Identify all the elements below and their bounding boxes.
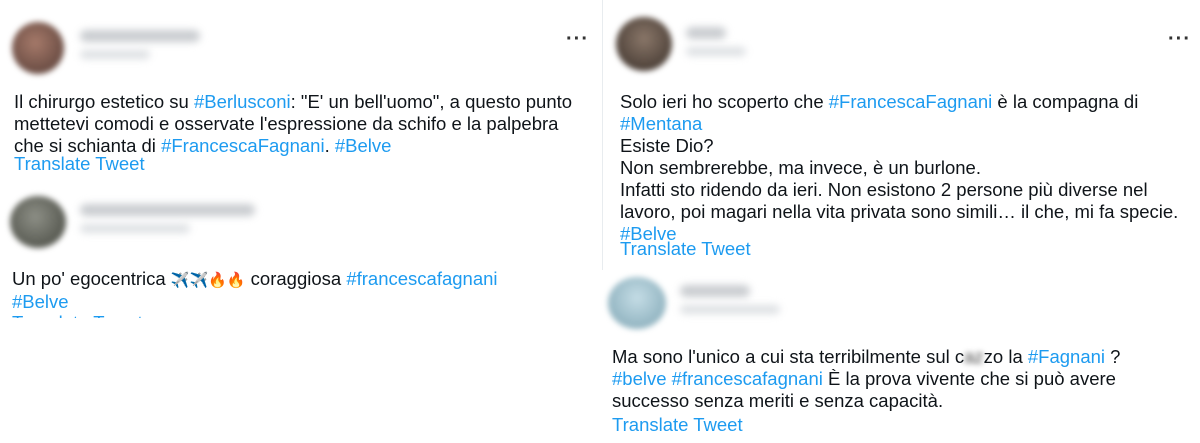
text-segment: Un po' egocentrica: [12, 268, 171, 289]
censored-text: az: [964, 346, 984, 367]
avatar[interactable]: [608, 277, 666, 329]
hashtag-link[interactable]: #francescafagnani: [346, 268, 497, 289]
hashtag-link[interactable]: #Berlusconi: [194, 91, 291, 112]
emoji-group: ✈️✈️🔥🔥: [170, 271, 246, 289]
hashtag-link[interactable]: #belve: [612, 368, 667, 389]
text-segment: è la compagna di: [992, 91, 1139, 112]
crop-mask: [0, 318, 600, 332]
text-segment: Ma sono l'unico a cui sta terribilmente …: [612, 346, 965, 367]
hashtag-link[interactable]: #Fagnani: [1028, 346, 1105, 367]
user-handle-blurred: [80, 224, 190, 233]
tweet-text: Ma sono l'unico a cui sta terribilmente …: [612, 346, 1197, 412]
text-segment: zo la: [983, 346, 1028, 367]
avatar[interactable]: [10, 196, 66, 248]
hashtag-link[interactable]: #francescafagnani: [672, 368, 823, 389]
text-segment: lavoro, poi magari nella vita privata so…: [620, 201, 1179, 222]
user-handle-blurred: [686, 47, 746, 56]
user-name-blurred[interactable]: [80, 204, 255, 216]
user-name-blurred[interactable]: [80, 30, 200, 42]
text-segment: .: [324, 135, 335, 156]
text-segment: successo senza meriti e senza capacità.: [612, 390, 944, 411]
column-divider: [602, 0, 603, 270]
hashtag-link[interactable]: #FrancescaFagnani: [829, 91, 993, 112]
hashtag-link[interactable]: #Belve: [335, 135, 392, 156]
translate-tweet-link[interactable]: Translate Tweet: [612, 414, 743, 436]
text-segment: coraggiosa: [245, 268, 347, 289]
hashtag-link[interactable]: #Belve: [12, 291, 69, 312]
text-segment: : "E' un bell'uomo", a questo punto: [290, 91, 573, 112]
user-handle-blurred: [80, 50, 150, 59]
user-name-blurred[interactable]: [686, 27, 726, 39]
more-options-icon[interactable]: ···: [1168, 29, 1191, 49]
translate-tweet-link[interactable]: Translate Tweet: [620, 238, 751, 260]
translate-tweet-link[interactable]: Translate Tweet: [14, 153, 145, 175]
user-handle-blurred: [680, 305, 780, 314]
hashtag-link[interactable]: #FrancescaFagnani: [161, 135, 325, 156]
avatar[interactable]: [12, 22, 64, 74]
text-segment: Non sembrerebbe, ma invece, è un burlone…: [620, 157, 981, 178]
tweet-text: Il chirurgo estetico su #Berlusconi: "E'…: [14, 91, 594, 157]
text-segment: È la prova vivente che si può avere: [822, 368, 1116, 389]
user-name-blurred[interactable]: [680, 285, 750, 297]
tweet-text: Solo ieri ho scoperto che #FrancescaFagn…: [620, 91, 1195, 245]
text-segment: Infatti sto ridendo da ieri. Non esiston…: [620, 179, 1148, 200]
text-segment: Esiste Dio?: [620, 135, 714, 156]
avatar[interactable]: [616, 17, 672, 71]
text-segment: ?: [1105, 346, 1121, 367]
tweet-text: Un po' egocentrica ✈️✈️🔥🔥 coraggiosa #fr…: [12, 268, 592, 313]
text-segment: Il chirurgo estetico su: [14, 91, 194, 112]
more-options-icon[interactable]: ···: [566, 29, 589, 49]
text-segment: Solo ieri ho scoperto che: [620, 91, 829, 112]
text-segment: mettetevi comodi e osservate l'espressio…: [14, 113, 559, 134]
hashtag-link[interactable]: #Mentana: [620, 113, 702, 134]
